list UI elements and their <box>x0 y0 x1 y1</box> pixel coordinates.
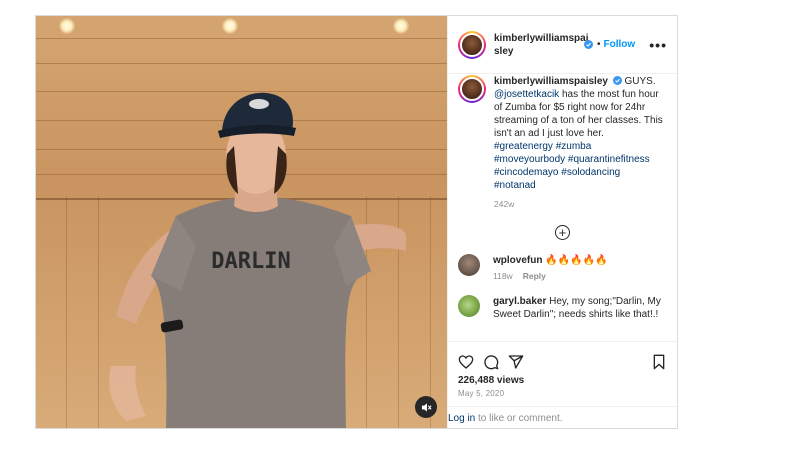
login-prompt: Log in to like or comment. <box>448 406 677 428</box>
share-icon[interactable] <box>508 354 524 370</box>
ceiling-light <box>393 18 409 34</box>
author-username[interactable]: kimberlywilliamspaisley <box>494 33 589 57</box>
heart-icon[interactable] <box>458 354 474 370</box>
author-avatar[interactable] <box>458 30 486 59</box>
wall-board <box>430 196 431 428</box>
caption-text-start: GUYS. <box>621 76 656 87</box>
add-circle-icon[interactable]: + <box>555 225 570 240</box>
post-date[interactable]: May 5, 2020 <box>458 389 504 398</box>
caption-time[interactable]: 242w <box>494 198 664 211</box>
more-icon: ••• <box>649 36 667 53</box>
shirt-text: DARLIN <box>211 249 290 274</box>
ceiling-light <box>59 18 75 34</box>
comment-username[interactable]: garyl.baker <box>493 296 546 307</box>
verified-icon <box>612 76 622 85</box>
wood-plank <box>36 38 447 39</box>
caption-username[interactable]: kimberlywilliamspaisley <box>494 76 608 87</box>
caption-hashtags[interactable]: #greatenergy #zumba #moveyourbody #quara… <box>494 141 650 191</box>
mute-button[interactable] <box>415 396 437 418</box>
view-count[interactable]: 226,488 views <box>458 375 524 386</box>
comments-section: kimberlywilliamspaisley GUYS. @josettetk… <box>448 75 677 335</box>
comment-icon[interactable] <box>483 354 499 370</box>
load-more-comments: + <box>448 225 677 240</box>
caption-avatar[interactable] <box>458 75 486 103</box>
dancer-figure: DARLIN <box>109 92 406 428</box>
instagram-post: DARLIN kimberlywilliamspaisley • Follow … <box>35 15 678 429</box>
comment-item: garyl.baker Hey, my song;"Darlin, My Swe… <box>448 295 677 321</box>
wall-board <box>98 196 99 428</box>
comment-username[interactable]: wplovefun <box>493 255 542 266</box>
action-bar <box>448 341 677 373</box>
login-link[interactable]: Log in <box>448 413 475 424</box>
ceiling-light <box>222 18 238 34</box>
more-options-button[interactable]: ••• <box>649 37 667 53</box>
caption: kimberlywilliamspaisley GUYS. @josettetk… <box>448 75 677 211</box>
verified-icon <box>584 40 593 49</box>
post-side-panel: kimberlywilliamspaisley • Follow ••• kim… <box>447 16 677 428</box>
caption-mention[interactable]: @josettetkacik <box>494 89 559 100</box>
comment-avatar[interactable] <box>458 254 480 276</box>
comment-item: wplovefun 🔥🔥🔥🔥🔥 118w Reply <box>448 254 677 283</box>
mute-icon <box>421 402 432 412</box>
post-video[interactable]: DARLIN <box>36 16 447 428</box>
header-separator: • <box>597 39 601 50</box>
wood-plank <box>36 63 447 64</box>
post-header: kimberlywilliamspaisley • Follow ••• <box>448 16 677 74</box>
reply-button[interactable]: Reply <box>523 271 546 281</box>
login-prompt-text: to like or comment. <box>475 413 563 424</box>
follow-button[interactable]: Follow <box>604 39 636 50</box>
wall-board <box>66 196 67 428</box>
bookmark-icon[interactable] <box>651 354 667 370</box>
comment-text: 🔥🔥🔥🔥🔥 <box>542 255 608 266</box>
comment-time[interactable]: 118w <box>493 271 513 281</box>
comment-avatar[interactable] <box>458 295 480 317</box>
